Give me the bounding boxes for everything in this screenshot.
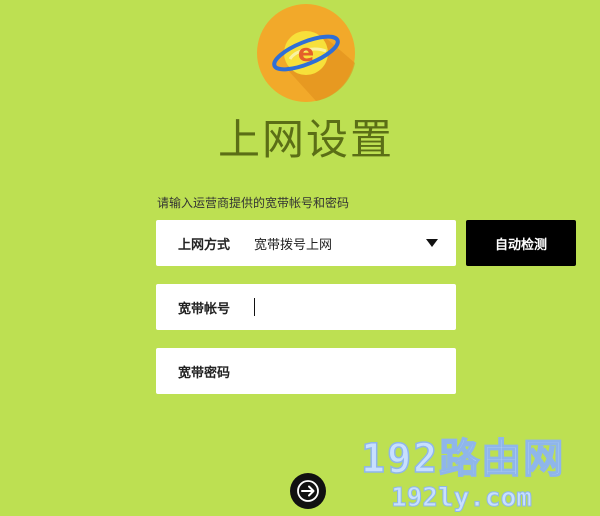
arrow-right-icon [297, 480, 319, 502]
broadband-account-field[interactable]: 宽带帐号 [156, 284, 456, 330]
svg-text:192路由网: 192路由网 [361, 436, 565, 482]
broadband-password-label: 宽带密码 [178, 366, 231, 381]
svg-text:192ly.com: 192ly.com [391, 483, 532, 513]
connection-type-label: 上网方式 [178, 238, 231, 253]
svg-text:e: e [298, 39, 314, 67]
caret-down-icon[interactable] [426, 239, 438, 247]
broadband-password-input[interactable] [252, 358, 442, 384]
next-button[interactable] [290, 473, 326, 509]
connection-type-select[interactable]: 上网方式 宽带拨号上网 [156, 220, 456, 266]
broadband-account-label: 宽带帐号 [178, 302, 231, 317]
broadband-password-field[interactable]: 宽带密码 [156, 348, 456, 394]
broadband-account-input[interactable] [252, 294, 442, 320]
connection-type-value: 宽带拨号上网 [254, 238, 333, 253]
auto-detect-button[interactable]: 自动检测 [466, 220, 576, 266]
watermark-logo: 192路由网 192ly.com [360, 435, 565, 513]
text-cursor [254, 298, 255, 316]
globe-e-logo-icon: e [257, 4, 355, 102]
page-title: 上网设置 [217, 115, 394, 164]
instruction-text: 请输入运营商提供的宽带帐号和密码 [157, 196, 350, 210]
